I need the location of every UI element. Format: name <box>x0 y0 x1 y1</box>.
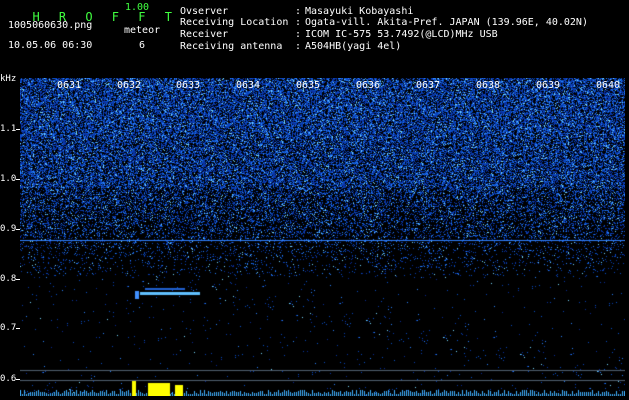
info-key-location: Receiving Location <box>180 17 289 28</box>
y-tick-label: 0.8 <box>0 274 17 284</box>
meteor-count: 6 <box>139 40 146 51</box>
info-value-receiver: ICOM IC-575 53.7492(@LCD)MHz USB <box>305 29 498 40</box>
time-tick-label: 0632 <box>117 80 142 91</box>
meteor-label: meteor <box>124 25 161 36</box>
y-tick-label: 0.6 <box>0 374 17 384</box>
time-tick-label: 0638 <box>476 80 501 91</box>
time-tick-label: 0640 <box>596 80 621 91</box>
info-key-observer: Ovserver <box>180 6 229 17</box>
time-tick-label: 0635 <box>296 80 321 91</box>
time-tick-label: 0633 <box>176 80 201 91</box>
time-tick-label: 0631 <box>57 80 82 91</box>
y-tick-label: 1.0 <box>0 174 17 184</box>
info-colon: : <box>295 17 302 28</box>
spectrogram-plot <box>20 78 625 396</box>
y-tick-label: 0.7 <box>0 323 17 333</box>
info-key-antenna: Receiving antenna <box>180 41 283 52</box>
info-colon: : <box>295 6 302 17</box>
app-version: 1.00 <box>125 2 150 13</box>
info-key-receiver: Receiver <box>180 29 229 40</box>
time-tick-label: 0634 <box>236 80 261 91</box>
time-tick-label: 0639 <box>536 80 561 91</box>
info-colon: : <box>295 41 302 52</box>
info-value-location: Ogata-vill. Akita-Pref. JAPAN (139.96E, … <box>305 17 588 28</box>
info-colon: : <box>295 29 302 40</box>
axis-unit-label: kHz <box>0 74 17 84</box>
time-tick-label: 0636 <box>356 80 381 91</box>
file-name: 1005060630.png <box>8 20 93 31</box>
time-tick-label: 0637 <box>416 80 441 91</box>
info-value-observer: Masayuki Kobayashi <box>305 6 414 17</box>
info-value-antenna: A504HB(yagi 4el) <box>305 41 402 52</box>
spectrogram-canvas <box>20 78 625 396</box>
y-tick-label: 0.9 <box>0 224 17 234</box>
y-tick-label: 1.1 <box>0 124 17 134</box>
date-time: 10.05.06 06:30 <box>8 40 93 51</box>
